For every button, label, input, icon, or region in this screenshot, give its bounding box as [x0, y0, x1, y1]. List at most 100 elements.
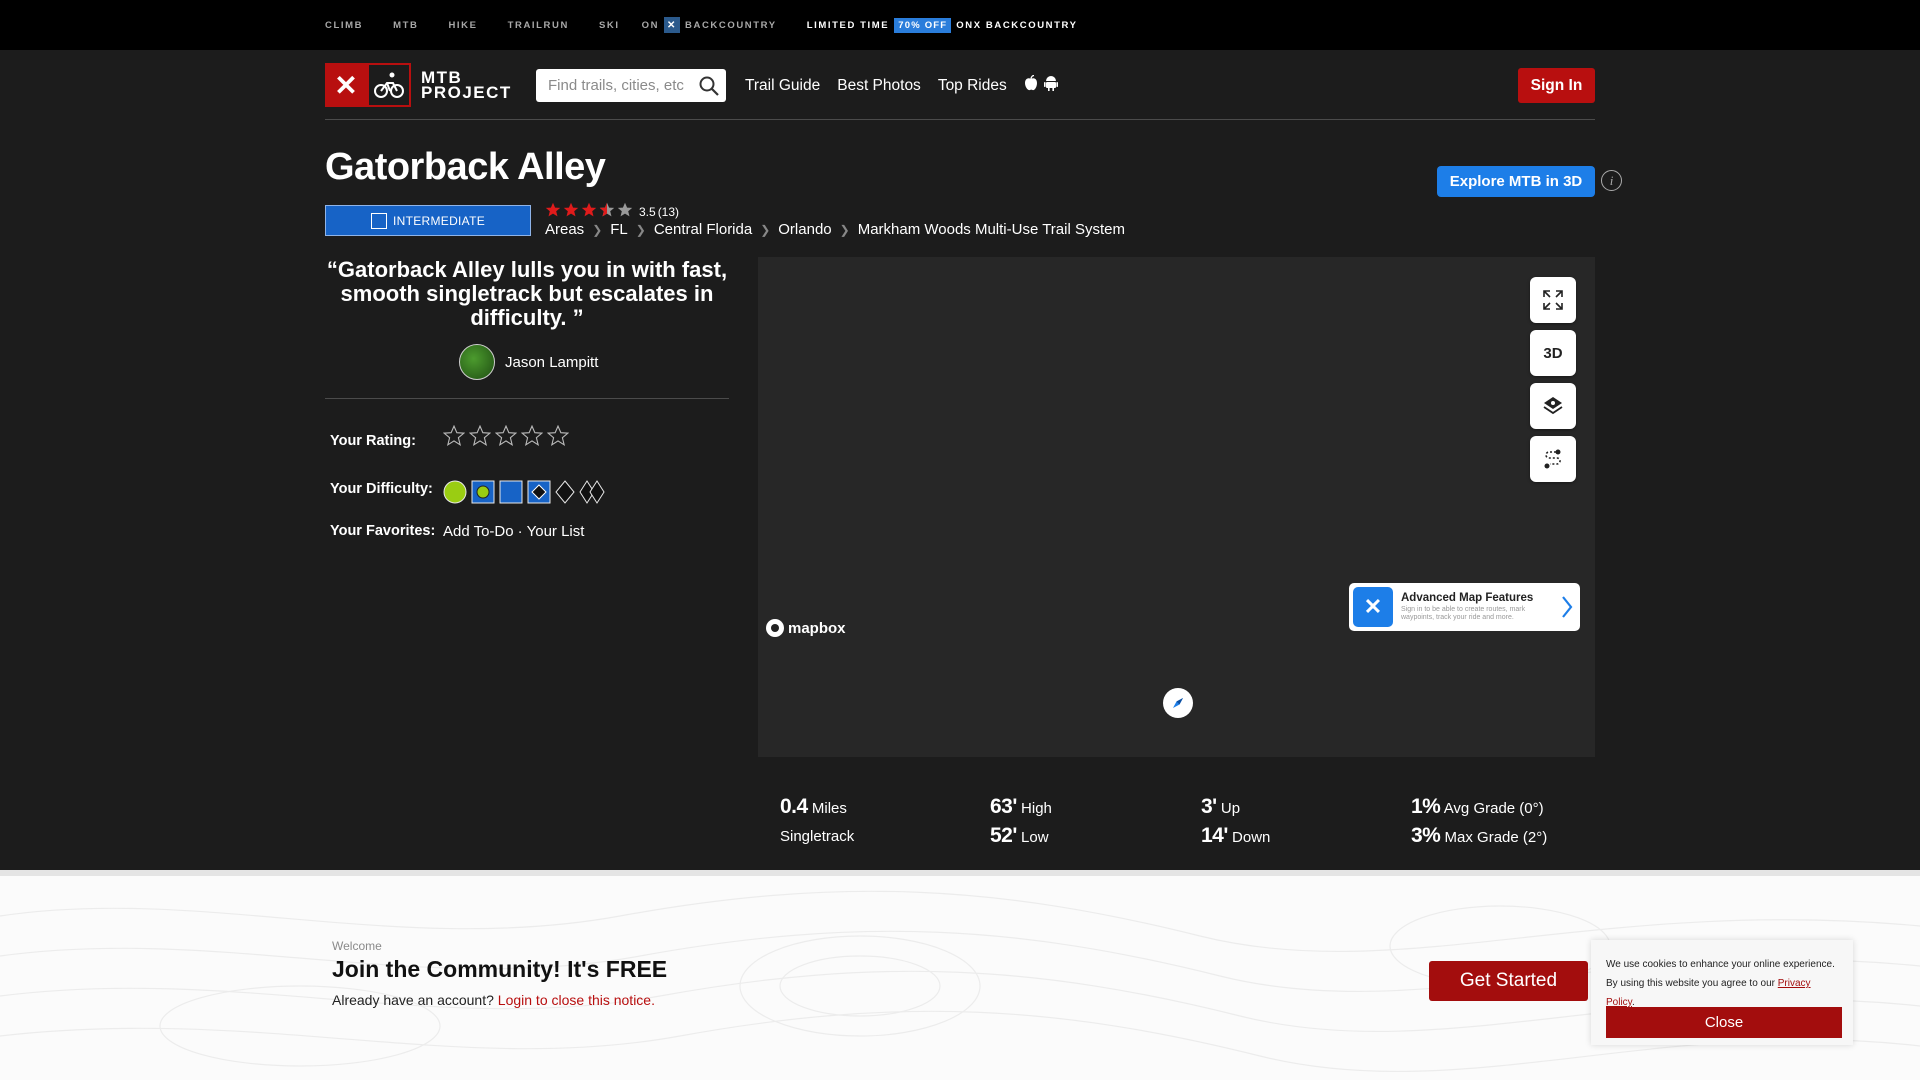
chevron-right-icon: ❯	[839, 222, 850, 237]
avg-grade-value: 1%	[1411, 795, 1441, 818]
layers-button[interactable]	[1530, 383, 1576, 429]
avg-grade-label: Avg Grade (0°)	[1443, 800, 1544, 817]
nav-trail-guide[interactable]: Trail Guide	[745, 77, 820, 95]
breadcrumb-orlando[interactable]: Orlando	[778, 221, 831, 238]
rate-star-2-icon[interactable]	[468, 424, 492, 452]
stat-down: 14' Down	[1201, 824, 1270, 848]
up-label: Up	[1220, 800, 1241, 817]
onx-x-icon: ✕	[1353, 587, 1393, 627]
topbar-link-ski[interactable]: SKI	[599, 20, 620, 31]
your-difficulty-options	[443, 480, 605, 509]
nav-best-photos[interactable]: Best Photos	[837, 77, 921, 95]
advanced-map-features-banner[interactable]: ✕ Advanced Map Features Sign in to be ab…	[1349, 583, 1580, 631]
topbar-link-mtb[interactable]: MTB	[393, 20, 418, 31]
onx-logo-icon: ✕	[664, 17, 681, 33]
route-icon	[1544, 449, 1561, 469]
apple-icon[interactable]	[1024, 74, 1038, 96]
route-button[interactable]	[1530, 436, 1576, 482]
rate-star-3-icon[interactable]	[494, 424, 518, 452]
map-3d-button[interactable]: 3D	[1530, 330, 1576, 376]
topbar-link-onx-backcountry[interactable]: ON ✕ BACKCOUNTRY	[642, 17, 777, 33]
search-icon[interactable]	[698, 75, 720, 102]
mapbox-logo[interactable]: mapbox	[766, 619, 846, 637]
difficulty-label: INTERMEDIATE	[392, 213, 486, 228]
stat-low: 52' Low	[990, 824, 1049, 848]
layers-icon	[1543, 397, 1563, 415]
rate-star-5-icon[interactable]	[546, 424, 570, 452]
high-value: 63'	[990, 795, 1017, 818]
stat-up: 3' Up	[1201, 795, 1240, 819]
promo-link[interactable]: LIMITED TIME 70% OFF ONX BACKCOUNTRY	[807, 17, 1078, 33]
star-icon	[545, 202, 561, 221]
blue-square-icon[interactable]	[499, 480, 523, 509]
on-label: ON	[641, 19, 660, 31]
rating-count[interactable]: (13)	[658, 205, 679, 219]
compass-icon[interactable]	[1163, 688, 1193, 718]
site-header: ✕ MTB PROJECT Trail Guide Best Photos To…	[325, 50, 1595, 120]
high-label: High	[1021, 800, 1052, 817]
double-black-diamond-icon[interactable]	[579, 480, 605, 509]
stat-length: 0.4 Miles	[780, 795, 847, 819]
add-todo-link[interactable]: Add To-Do	[443, 523, 514, 540]
site-logo[interactable]: ✕ MTB PROJECT	[325, 63, 512, 107]
fullscreen-button[interactable]	[1530, 277, 1576, 323]
cookie-close-button[interactable]: Close	[1606, 1007, 1842, 1038]
trail-map[interactable]: 3D ✕ Advanced Map Features Sign in to be…	[758, 257, 1595, 757]
favorites-links: Add To-Do · Your List	[443, 523, 584, 540]
sign-in-button[interactable]: Sign In	[1518, 68, 1595, 103]
rating-value: 3.5	[639, 204, 656, 219]
backcountry-label: BACKCOUNTRY	[685, 19, 777, 31]
login-link[interactable]: Login to close this notice.	[498, 992, 655, 1008]
topbar-link-hike[interactable]: HIKE	[448, 20, 477, 31]
half-star-icon	[599, 202, 615, 221]
chevron-right-icon	[1562, 596, 1573, 618]
breadcrumb-areas[interactable]: Areas	[545, 221, 584, 238]
empty-star-icon	[617, 202, 633, 221]
brand-name: MTB PROJECT	[421, 69, 512, 102]
rate-star-1-icon[interactable]	[442, 424, 466, 452]
your-list-link[interactable]: Your List	[527, 523, 585, 540]
brand-line-2: PROJECT	[421, 83, 512, 102]
welcome-label: Welcome	[332, 939, 382, 953]
green-blue-icon[interactable]	[471, 480, 495, 509]
breadcrumb-central-florida[interactable]: Central Florida	[654, 221, 752, 238]
login-notice: Already have an account? Login to close …	[332, 992, 655, 1008]
nav-top-rides[interactable]: Top Rides	[938, 77, 1007, 95]
your-rating-label: Your Rating:	[330, 433, 416, 449]
chevron-right-icon: ❯	[760, 222, 771, 237]
your-rating-stars	[442, 424, 570, 452]
black-diamond-icon[interactable]	[555, 480, 575, 509]
trail-type: Singletrack	[780, 828, 855, 845]
breadcrumb-markham-woods[interactable]: Markham Woods Multi-Use Trail System	[858, 221, 1125, 238]
your-favorites-label: Your Favorites:	[330, 523, 436, 539]
breadcrumb-fl[interactable]: FL	[610, 221, 628, 238]
promo-badge: 70% OFF	[894, 17, 952, 33]
topbar-link-climb[interactable]: CLIMB	[325, 20, 363, 31]
blue-black-icon[interactable]	[527, 480, 551, 509]
low-label: Low	[1021, 829, 1049, 846]
adv-title: Advanced Map Features	[1401, 592, 1534, 604]
get-started-button[interactable]: Get Started	[1429, 961, 1588, 1001]
info-icon[interactable]: i	[1601, 170, 1622, 191]
blue-square-icon	[370, 212, 387, 229]
explore-3d-button[interactable]: Explore MTB in 3D	[1437, 166, 1595, 197]
search-input[interactable]	[548, 77, 698, 94]
star-icon	[581, 202, 597, 221]
cookie-text-block: We use cookies to enhance your online ex…	[1606, 955, 1842, 1012]
green-circle-icon[interactable]	[443, 480, 467, 509]
avatar	[459, 344, 495, 380]
topbar-link-trailrun[interactable]: TRAILRUN	[508, 20, 569, 31]
trail-quote: “Gatorback Alley lulls you in with fast,…	[326, 257, 728, 330]
trail-rating: 3.5 (13)	[545, 202, 679, 221]
mapbox-icon	[766, 619, 784, 637]
mountain-bike-icon	[367, 63, 411, 107]
star-icon	[563, 202, 579, 221]
quote-author[interactable]: Jason Lampitt	[459, 344, 598, 380]
onx-x-icon: ✕	[325, 63, 367, 107]
chevron-right-icon: ❯	[592, 222, 603, 237]
android-icon[interactable]	[1043, 75, 1058, 96]
low-value: 52'	[990, 824, 1017, 847]
rate-star-4-icon[interactable]	[520, 424, 544, 452]
stat-high: 63' High	[990, 795, 1052, 819]
join-heading: Join the Community! It's FREE	[332, 956, 668, 982]
